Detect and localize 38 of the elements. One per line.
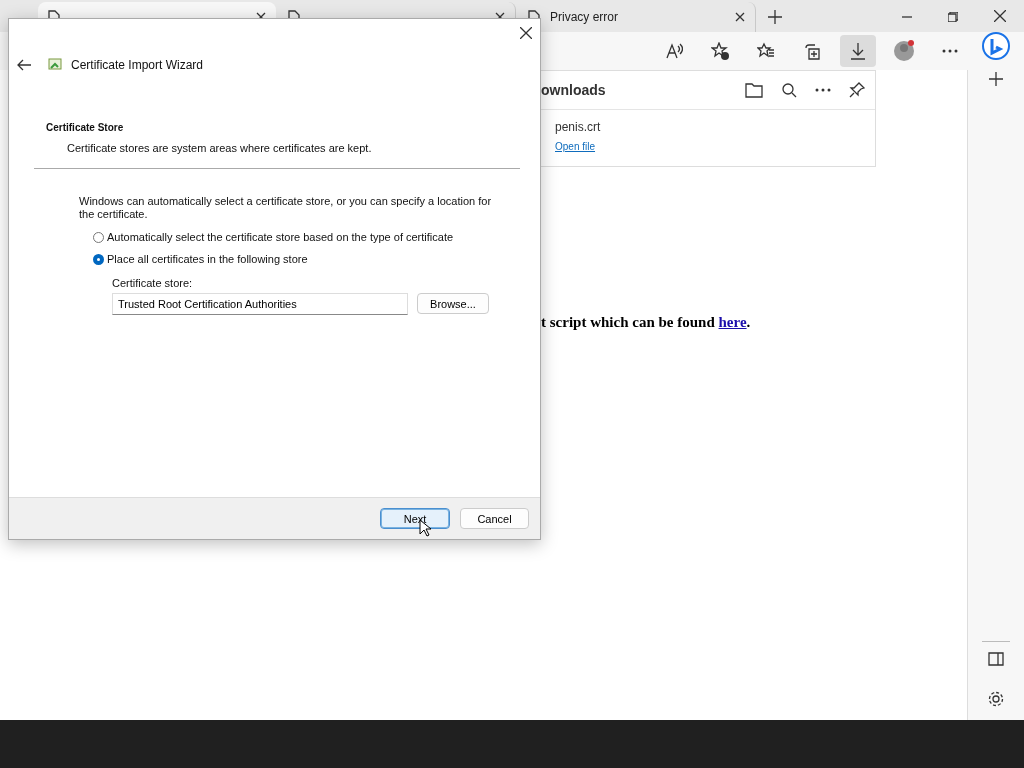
- avatar-icon: [893, 40, 915, 62]
- new-tab-icon: [768, 10, 782, 24]
- panel-title: ownloads: [541, 82, 607, 98]
- field-label: Certificate store:: [112, 277, 194, 289]
- file-name: penis.crt: [555, 120, 602, 134]
- store-field[interactable]: Trusted Root Certification Authorities: [112, 293, 408, 315]
- downloads-button[interactable]: [840, 35, 876, 67]
- page-text: t script which can be found here.: [541, 314, 751, 331]
- radio-option[interactable]: Place all certificates in the following store: [93, 253, 520, 265]
- sidebar-icon: [988, 652, 1004, 666]
- download-icon: [850, 42, 866, 60]
- restore-icon: [948, 12, 958, 22]
- read-aloud-icon: [665, 42, 683, 60]
- cancel-button[interactable]: Cancel: [460, 508, 529, 529]
- more-icon: [815, 88, 831, 92]
- option-label: Place all certificates in the following store: [107, 253, 308, 265]
- section-heading: Certificate Store: [46, 122, 125, 133]
- intro-text: Windows can automatically select a certificate store, or you can specify a location for the certificate.: [79, 195, 493, 221]
- close-icon: [520, 27, 532, 39]
- close-icon: [994, 10, 1006, 22]
- close-icon: [735, 12, 745, 22]
- option-label: Automatically select the certificate store based on the type of certificate: [107, 231, 454, 243]
- back-icon: [17, 59, 31, 71]
- add-icon: [989, 72, 1003, 86]
- settings-icon: [987, 690, 1005, 708]
- search-icon: [781, 82, 797, 98]
- section-description: Certificate stores are system areas where certificates are kept.: [67, 142, 373, 154]
- open-file-link[interactable]: Open file: [555, 141, 596, 152]
- collections-icon: [803, 42, 821, 60]
- pin-icon: [849, 82, 865, 98]
- more-icon: [942, 49, 958, 53]
- radio-option[interactable]: Automatically select the certificate store based on the type of certificate: [93, 231, 520, 243]
- star-list-icon: [757, 42, 775, 60]
- here-link[interactable]: here: [718, 314, 747, 330]
- window-title: Certificate Import Wizard: [71, 58, 204, 72]
- browse-button[interactable]: Browse...: [417, 293, 489, 314]
- folder-icon: [745, 82, 763, 98]
- star-plus-icon: [711, 42, 729, 60]
